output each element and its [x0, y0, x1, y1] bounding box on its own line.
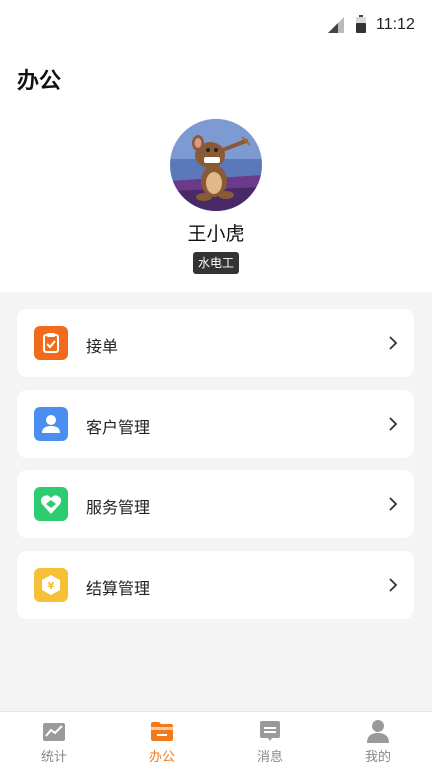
header-area: 11:12 办公 王小虎 水电工 — [0, 0, 432, 292]
menu-item-settlement[interactable]: ¥ 结算管理 — [17, 551, 414, 619]
battery-icon — [356, 15, 366, 33]
svg-text:¥: ¥ — [48, 581, 55, 592]
menu-item-orders[interactable]: 接单 — [17, 309, 414, 377]
tab-messages[interactable]: 消息 — [216, 712, 324, 769]
tab-mine[interactable]: 我的 — [324, 712, 432, 769]
chevron-right-icon — [389, 417, 398, 431]
yuan-coin-icon: ¥ — [34, 568, 68, 602]
tab-office[interactable]: 办公 — [108, 712, 216, 769]
avatar-image — [170, 119, 262, 211]
nav-label: 办公 — [148, 750, 175, 765]
user-name: 王小虎 — [187, 223, 245, 245]
nav-label: 我的 — [364, 750, 391, 765]
menu-item-services[interactable]: 服务管理 — [17, 470, 414, 538]
heart-handshake-icon — [34, 487, 68, 521]
message-icon — [260, 721, 280, 741]
status-bar: 11:12 — [0, 0, 432, 52]
menu-item-customers[interactable]: 客户管理 — [17, 390, 414, 458]
menu-item-label: 结算管理 — [86, 579, 151, 598]
person-icon — [367, 720, 389, 743]
clock: 11:12 — [376, 16, 415, 33]
menu-item-label: 客户管理 — [86, 418, 151, 437]
folder-icon — [151, 722, 173, 741]
role-badge: 水电工 — [193, 252, 239, 274]
chevron-right-icon — [389, 497, 398, 511]
menu-item-label: 服务管理 — [86, 498, 151, 517]
page-title: 办公 — [17, 69, 62, 94]
chevron-right-icon — [389, 336, 398, 350]
signal-icon — [328, 17, 344, 33]
menu-item-label: 接单 — [86, 337, 119, 356]
chevron-right-icon — [389, 578, 398, 592]
clipboard-check-icon — [34, 326, 68, 360]
avatar[interactable] — [170, 119, 262, 211]
user-icon — [34, 407, 68, 441]
chart-icon — [43, 723, 65, 741]
nav-label: 统计 — [40, 750, 67, 765]
bottom-nav: 统计 办公 消息 我的 — [0, 711, 432, 769]
nav-label: 消息 — [256, 750, 283, 765]
tab-statistics[interactable]: 统计 — [0, 712, 108, 769]
